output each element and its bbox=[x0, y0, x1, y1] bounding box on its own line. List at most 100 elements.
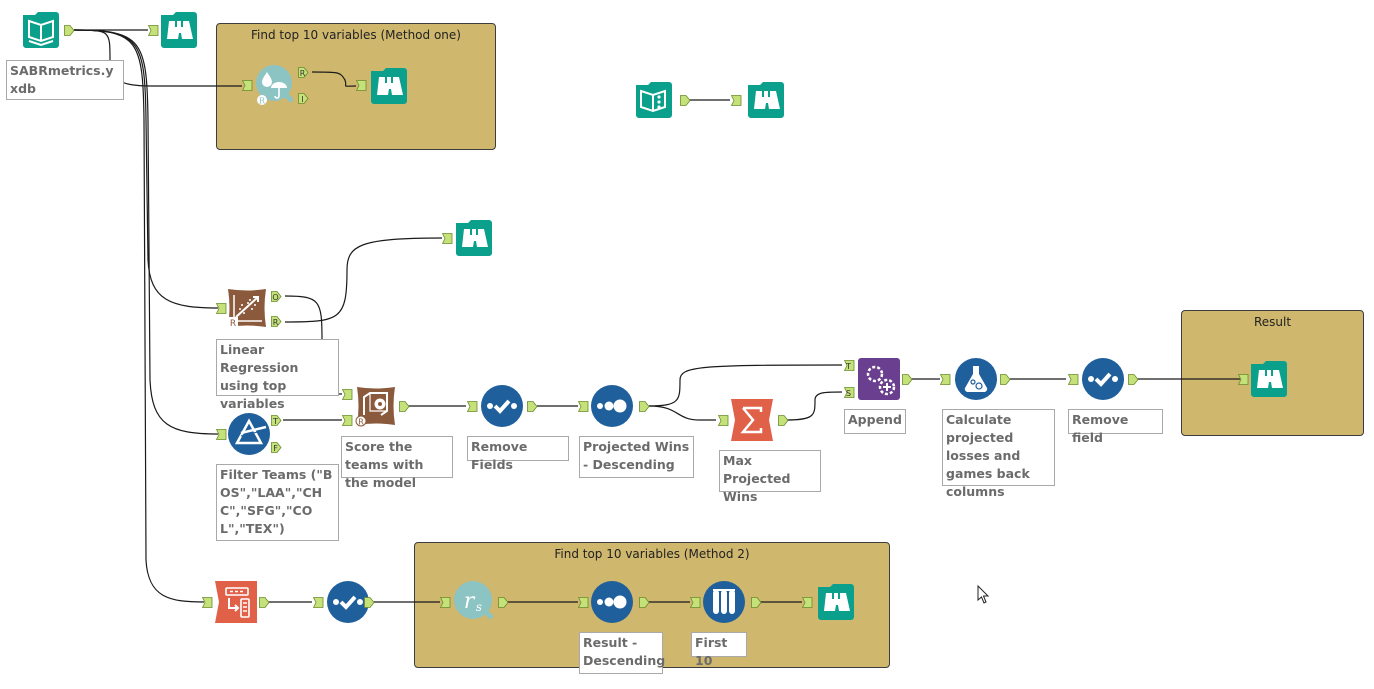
anchor-letter: T bbox=[845, 362, 851, 371]
select-tool[interactable] bbox=[481, 385, 523, 427]
input-anchor[interactable] bbox=[1238, 374, 1249, 385]
input-anchor[interactable] bbox=[442, 233, 453, 244]
output-anchor[interactable] bbox=[1000, 374, 1011, 385]
browse-tool[interactable] bbox=[745, 79, 787, 121]
anchor-letter: T bbox=[272, 417, 278, 426]
input-anchor[interactable] bbox=[216, 303, 227, 314]
sort-tool[interactable] bbox=[591, 581, 633, 623]
input-anchor[interactable] bbox=[342, 415, 353, 426]
input-anchor[interactable] bbox=[578, 597, 589, 608]
output-anchor[interactable]: R bbox=[271, 316, 282, 327]
tool-label-calculate: Calculate projected losses and games bac… bbox=[942, 409, 1055, 499]
sample-icon bbox=[703, 581, 745, 623]
anchor-letter: F bbox=[273, 444, 278, 453]
anchor-letter: R bbox=[300, 69, 306, 78]
tool-label-filter: Filter Teams ("BOS","LAA","CHC","SFG","C… bbox=[216, 464, 339, 541]
append-fields-tool[interactable] bbox=[858, 358, 900, 400]
browse-tool[interactable] bbox=[1248, 358, 1290, 400]
input-anchor[interactable] bbox=[148, 25, 159, 36]
sort-tool[interactable] bbox=[591, 385, 633, 427]
browse-tool[interactable] bbox=[368, 65, 410, 107]
svg-text:R: R bbox=[230, 319, 236, 329]
tool-label-remove-field: Remove field bbox=[1068, 409, 1163, 445]
score-tool[interactable]: R bbox=[355, 385, 397, 427]
output-anchor[interactable] bbox=[527, 401, 538, 412]
input-anchor[interactable] bbox=[718, 415, 729, 426]
input-anchor[interactable] bbox=[216, 429, 227, 440]
output-anchor[interactable]: T bbox=[271, 415, 282, 426]
input-anchor[interactable] bbox=[440, 597, 451, 608]
append-fields-icon bbox=[858, 358, 900, 400]
filter-tool[interactable] bbox=[228, 413, 270, 455]
output-anchor[interactable] bbox=[259, 597, 270, 608]
score-icon: R bbox=[355, 387, 395, 427]
tool-label-max-projected-wins: Max Projected Wins bbox=[719, 450, 821, 504]
svg-text:r: r bbox=[464, 589, 476, 614]
anchor-letter: O bbox=[272, 293, 278, 302]
transpose-tool[interactable] bbox=[215, 581, 257, 623]
output-anchor[interactable] bbox=[639, 401, 650, 412]
output-anchor[interactable] bbox=[778, 415, 789, 426]
input-anchor[interactable] bbox=[802, 597, 813, 608]
input-anchor[interactable] bbox=[731, 95, 742, 106]
output-anchor[interactable] bbox=[364, 597, 375, 608]
spearman-correlation-tool[interactable]: r s bbox=[453, 580, 495, 622]
browse-icon bbox=[371, 68, 407, 104]
formula-tool[interactable] bbox=[955, 358, 997, 400]
select-icon bbox=[481, 385, 523, 427]
spearman-correlation-icon: r s bbox=[454, 581, 494, 620]
text-input-tool[interactable] bbox=[633, 79, 675, 121]
output-anchor[interactable] bbox=[902, 374, 913, 385]
forest-model-tool[interactable]: R bbox=[253, 64, 295, 106]
formula-icon bbox=[955, 358, 997, 400]
input-anchor[interactable] bbox=[690, 597, 701, 608]
output-anchor[interactable]: R bbox=[298, 67, 309, 78]
input-data-tool[interactable] bbox=[20, 9, 62, 51]
sort-icon bbox=[591, 581, 633, 623]
select-tool[interactable] bbox=[1082, 358, 1124, 400]
sample-tool[interactable] bbox=[703, 581, 745, 623]
wire bbox=[284, 237, 443, 323]
tool-label-input: SABRmetrics.yxdb bbox=[6, 60, 124, 100]
browse-tool[interactable] bbox=[453, 217, 495, 259]
input-anchor[interactable] bbox=[342, 389, 353, 400]
linear-regression-tool[interactable]: R bbox=[226, 287, 268, 329]
wire bbox=[785, 391, 843, 421]
browse-icon bbox=[1251, 361, 1287, 397]
output-anchor[interactable] bbox=[639, 597, 650, 608]
transpose-icon bbox=[215, 581, 257, 623]
input-anchor[interactable] bbox=[467, 401, 478, 412]
select-tool[interactable] bbox=[327, 581, 369, 623]
browse-tool[interactable] bbox=[815, 581, 857, 623]
output-anchor[interactable]: I bbox=[298, 93, 309, 104]
input-anchor[interactable] bbox=[356, 80, 367, 91]
workflow-canvas[interactable]: Find top 10 variables (Method one) Find … bbox=[0, 0, 1374, 689]
input-anchor[interactable] bbox=[1068, 374, 1079, 385]
browse-tool[interactable] bbox=[158, 9, 200, 51]
anchor-letter: R bbox=[273, 318, 279, 327]
input-anchor[interactable] bbox=[313, 597, 324, 608]
svg-text:R: R bbox=[259, 97, 266, 106]
output-anchor[interactable]: F bbox=[271, 442, 282, 453]
output-anchor[interactable] bbox=[680, 95, 691, 106]
output-anchor[interactable] bbox=[1128, 374, 1139, 385]
input-anchor[interactable] bbox=[242, 80, 253, 91]
input-anchor[interactable] bbox=[940, 374, 951, 385]
input-anchor[interactable] bbox=[202, 597, 213, 608]
tool-label-projected-wins: Projected Wins - Descending bbox=[579, 436, 694, 478]
input-anchor[interactable]: S bbox=[844, 387, 855, 398]
input-anchor[interactable] bbox=[578, 401, 589, 412]
output-anchor[interactable]: O bbox=[271, 291, 282, 302]
select-icon bbox=[1082, 358, 1124, 400]
tool-label-result-descending: Result - Descending bbox=[579, 632, 665, 674]
output-anchor[interactable] bbox=[64, 25, 75, 36]
anchor-letter: I bbox=[301, 95, 303, 104]
tool-label-linear-regression: Linear Regression using top variables bbox=[216, 339, 339, 411]
output-anchor[interactable] bbox=[399, 401, 410, 412]
output-anchor[interactable] bbox=[751, 597, 762, 608]
input-anchor[interactable]: T bbox=[844, 360, 855, 371]
summarize-tool[interactable] bbox=[731, 399, 773, 441]
tool-label-first-10: First 10 bbox=[691, 632, 747, 668]
output-anchor[interactable] bbox=[498, 597, 509, 608]
wire bbox=[73, 29, 205, 603]
